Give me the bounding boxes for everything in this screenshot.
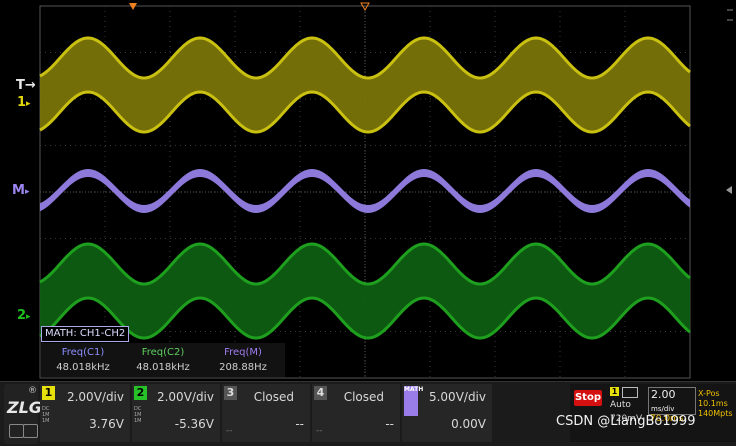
run-stop-button[interactable]: Stop xyxy=(574,390,602,406)
menu-icon[interactable] xyxy=(9,424,24,438)
math-marker[interactable]: M▸ xyxy=(12,184,29,199)
registered-mark: ® xyxy=(28,386,37,396)
channel-1-offset: 3.76V xyxy=(89,417,124,431)
channel-4-panel[interactable]: 4 Closed -- -- xyxy=(312,384,400,442)
channel-2-coupling: DC 1M 1M xyxy=(134,406,142,424)
math-badge: MATH xyxy=(404,386,423,416)
trigger-source-badge[interactable]: 1 xyxy=(610,387,619,396)
waveform-display xyxy=(39,2,733,379)
trigger-mode[interactable]: Auto xyxy=(610,400,631,410)
measurement-label: Freq(C1) xyxy=(61,347,105,358)
measurement-value: 48.018kHz xyxy=(136,362,190,373)
channel-1-scale: 2.00V/div xyxy=(66,390,124,404)
measurement-value: 208.88Hz xyxy=(219,362,267,373)
sample-rate: 140Mpts xyxy=(698,409,733,418)
timebase-value: 2.00 xyxy=(651,388,676,401)
touch-icon[interactable] xyxy=(23,424,38,438)
channel-4-scale: Closed xyxy=(343,390,384,404)
measurement-label: Freq(C2) xyxy=(141,347,185,358)
measurement-label: Freq(M) xyxy=(224,347,262,358)
math-channel-panel[interactable]: MATH 5.00V/div 0.00V xyxy=(402,384,492,442)
channel-1-badge: 1 xyxy=(42,386,55,400)
channel-3-offset: -- xyxy=(295,417,304,431)
ch1-marker[interactable]: 1▸ xyxy=(17,96,31,111)
right-edge-arrow-icon xyxy=(726,186,732,194)
channel-2-badge: 2 xyxy=(134,386,147,400)
right-edge-scroll-indicator xyxy=(727,9,733,21)
channel-2-panel[interactable]: 2 DC 1M 1M 2.00V/div -5.36V xyxy=(132,384,220,442)
channel-1-panel[interactable]: 1 DC 1M 1M 2.00V/div 3.76V xyxy=(40,384,130,442)
channel-3-scale: Closed xyxy=(253,390,294,404)
timebase-control[interactable]: 2.00 ms/div xyxy=(648,387,696,415)
measurement-panel[interactable]: Freq(C1) 48.018kHz Freq(C2) 48.018kHz Fr… xyxy=(41,343,285,377)
brand-logo: ZLG ® xyxy=(4,384,42,444)
channel-1-coupling: DC 1M 1M xyxy=(42,406,50,424)
x-position-label: X-Pos xyxy=(698,389,720,398)
channel-4-offset: -- xyxy=(385,417,394,431)
trigger-type-icon[interactable] xyxy=(622,387,638,398)
channel-3-badge: 3 xyxy=(224,386,237,400)
logo-text: ZLG xyxy=(7,398,42,417)
timebase-unit: ms/div xyxy=(651,405,675,413)
trigger-level-marker[interactable]: T→ xyxy=(16,79,36,93)
channel-3-panel[interactable]: 3 Closed -- -- xyxy=(222,384,310,442)
x-position-readout: X-Pos 10.1ms 140Mpts xyxy=(698,389,733,419)
measurement-value: 48.018kHz xyxy=(56,362,110,373)
math-scale: 5.00V/div xyxy=(428,390,486,404)
math-source-label: MATH: CH1-CH2 xyxy=(41,326,130,342)
acquisition-panel: Stop 1 Auto 720mV 2.00 ms/div 70.0ms X-P… xyxy=(570,384,736,442)
watermark-text: CSDN @LiangBo1999 xyxy=(556,414,696,429)
channel-2-scale: 2.00V/div xyxy=(156,390,214,404)
channel-2-offset: -5.36V xyxy=(174,417,214,431)
channel-4-badge: 4 xyxy=(314,386,327,400)
channel-4-dash: -- xyxy=(316,426,323,436)
ch2-marker[interactable]: 2▸ xyxy=(17,309,31,324)
x-position-value: 10.1ms xyxy=(698,399,728,408)
oscilloscope-screen: T→ 1▸ M▸ 2▸ MATH: CH1-CH2 Freq(C1) 48.01… xyxy=(0,0,736,446)
math-offset: 0.00V xyxy=(451,417,486,431)
channel-3-dash: -- xyxy=(226,426,233,436)
